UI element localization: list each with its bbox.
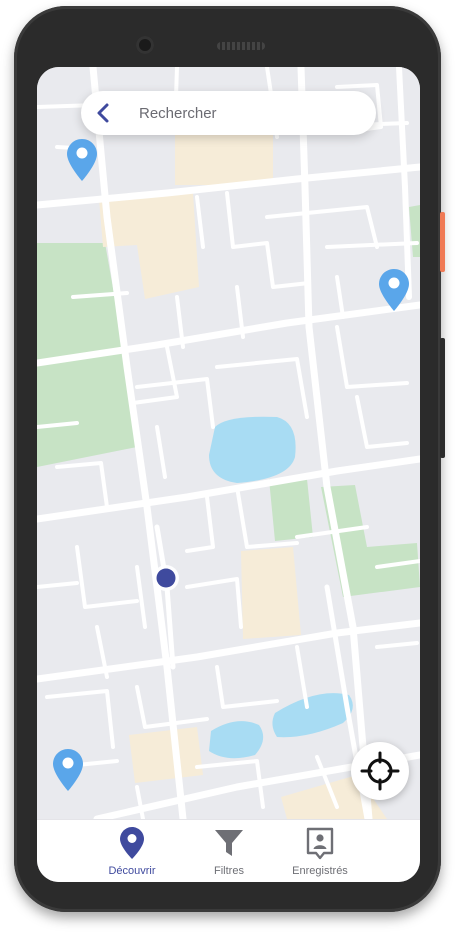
back-arrow-icon[interactable] <box>93 101 115 125</box>
building-block <box>241 547 301 639</box>
map-view[interactable] <box>37 67 420 819</box>
current-location-dot <box>153 565 179 591</box>
nav-item-discover[interactable]: Découvrir <box>77 820 187 882</box>
building-block <box>175 127 273 185</box>
search-input[interactable] <box>139 91 364 135</box>
locate-me-button[interactable] <box>351 742 409 800</box>
app-screen: Découvrir Filtres Enregistrés <box>37 67 420 882</box>
earpiece-speaker <box>217 42 265 50</box>
saved-profile-icon <box>306 827 334 860</box>
power-button <box>440 212 445 272</box>
front-camera <box>136 36 154 54</box>
filter-icon <box>215 830 243 856</box>
volume-button <box>440 338 445 458</box>
building-block <box>129 727 203 783</box>
nav-label: Enregistrés <box>292 865 348 877</box>
nav-item-saved[interactable]: Enregistrés <box>265 820 375 882</box>
search-bar <box>81 91 376 135</box>
park-area <box>269 479 313 541</box>
map-pin-icon <box>120 827 144 859</box>
bottom-navigation: Découvrir Filtres Enregistrés <box>37 819 420 882</box>
crosshair-icon <box>360 751 400 791</box>
nav-label: Découvrir <box>108 865 156 877</box>
